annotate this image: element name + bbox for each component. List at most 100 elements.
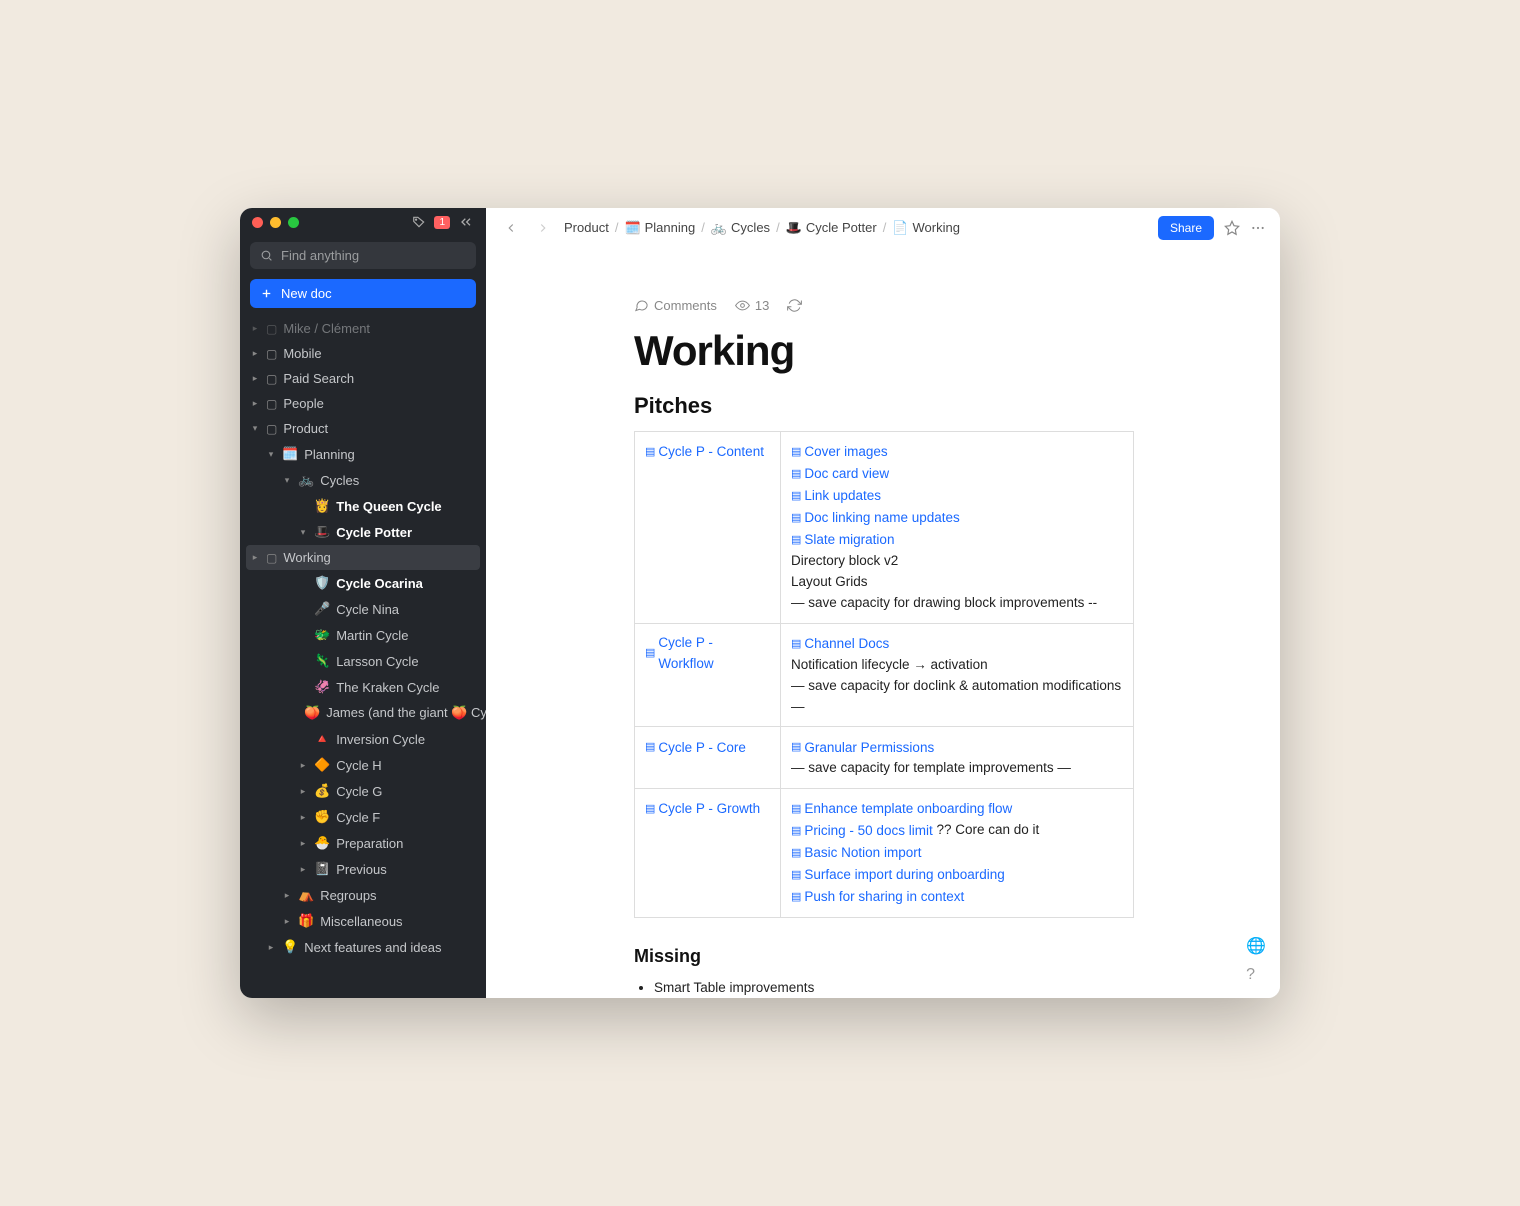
sidebar-item-16[interactable]: 🔺Inversion Cycle [240,726,486,752]
breadcrumb-item[interactable]: 🗓️Planning [624,220,695,236]
collapse-sidebar-icon[interactable] [458,214,474,230]
minimize-window-button[interactable] [270,217,281,228]
breadcrumb-item[interactable]: Product [564,220,609,235]
doc-icon: ▤ [791,889,801,906]
sidebar-item-label: Martin Cycle [336,628,408,643]
doc-link[interactable]: ▤Pricing - 50 docs limit [791,821,933,842]
doc-icon: ▤ [791,532,801,549]
views-indicator[interactable]: 13 [735,298,769,313]
doc-icon: ▤ [791,823,801,840]
breadcrumb-item[interactable]: 🚲Cycles [711,220,770,236]
sidebar: 1 Find anything New doc ▸▢Mike / Clément… [240,208,486,998]
list-item: Smart Table improvements [654,977,1134,998]
share-button[interactable]: Share [1158,216,1214,240]
pitch-name-link[interactable]: ▤Cycle P - Content [645,442,764,463]
chevron-icon: ▾ [282,475,292,486]
sidebar-item-9[interactable]: ▸▢Working [246,545,480,570]
item-emoji: 🦎 [314,653,330,669]
more-icon[interactable] [1250,220,1266,236]
chevron-icon: ▸ [298,786,308,797]
notification-badge[interactable]: 1 [434,216,450,229]
crumb-sep: / [615,220,619,235]
doc-icon: ▤ [645,801,655,818]
sidebar-item-13[interactable]: 🦎Larsson Cycle [240,648,486,674]
sidebar-item-label: People [283,396,323,411]
pitch-name-link[interactable]: ▤Cycle P - Workflow [645,633,770,675]
item-emoji: 🎩 [314,524,330,540]
chevron-icon: ▾ [250,423,260,434]
doc-icon: ▤ [645,645,655,662]
doc-link[interactable]: ▤Granular Permissions [791,738,934,759]
nav-back-button[interactable] [500,217,522,239]
sidebar-item-21[interactable]: ▸📓Previous [240,856,486,882]
item-emoji: 🎁 [298,913,314,929]
search-input[interactable]: Find anything [250,242,476,269]
close-window-button[interactable] [252,217,263,228]
search-placeholder: Find anything [281,248,359,263]
sidebar-item-label: Cycle Nina [336,602,399,617]
doc-icon: ▤ [791,636,801,653]
sidebar-item-23[interactable]: ▸🎁Miscellaneous [240,908,486,934]
nav-forward-button[interactable] [532,217,554,239]
item-emoji: 🛡️ [314,575,330,591]
refresh-button[interactable] [787,298,802,313]
sidebar-item-2[interactable]: ▸▢Paid Search [240,366,486,391]
chevron-icon: ▸ [250,552,260,563]
doc-icon: ▢ [266,322,277,336]
pitch-name-link[interactable]: ▤Cycle P - Core [645,738,746,759]
chevron-icon: ▾ [266,449,276,460]
doc-link[interactable]: ▤Enhance template onboarding flow [791,799,1012,820]
sidebar-item-24[interactable]: ▸💡Next features and ideas [240,934,486,960]
doc-link[interactable]: ▤Surface import during onboarding [791,865,1005,886]
sidebar-item-22[interactable]: ▸⛺Regroups [240,882,486,908]
doc-link[interactable]: ▤Slate migration [791,530,894,551]
sidebar-item-10[interactable]: 🛡️Cycle Ocarina [240,570,486,596]
sidebar-item-3[interactable]: ▸▢People [240,391,486,416]
doc-link[interactable]: ▤Doc linking name updates [791,508,960,529]
sidebar-item-15[interactable]: 🍑James (and the giant 🍑 Cy… [240,700,486,726]
doc-link[interactable]: ▤Channel Docs [791,634,889,655]
breadcrumb-item[interactable]: 🎩Cycle Potter [786,220,877,236]
sidebar-item-20[interactable]: ▸🐣Preparation [240,830,486,856]
sidebar-item-0[interactable]: ▸▢Mike / Clément [240,316,486,341]
doc-icon: ▤ [791,488,801,505]
table-text: Directory block v2 [791,551,1123,572]
sidebar-item-7[interactable]: 👸The Queen Cycle [240,493,486,519]
sidebar-item-4[interactable]: ▾▢Product [240,416,486,441]
sidebar-item-8[interactable]: ▾🎩Cycle Potter [240,519,486,545]
breadcrumb-item[interactable]: 📄Working [892,220,960,236]
help-icon[interactable]: ? [1246,966,1266,984]
sidebar-item-label: Miscellaneous [320,914,402,929]
new-doc-button[interactable]: New doc [250,279,476,308]
sidebar-item-11[interactable]: 🎤Cycle Nina [240,596,486,622]
doc-icon: ▤ [791,801,801,818]
sidebar-item-label: Inversion Cycle [336,732,425,747]
comments-button[interactable]: Comments [634,298,717,313]
doc-link[interactable]: ▤Push for sharing in context [791,887,964,908]
chevron-icon: ▾ [298,527,308,538]
sidebar-item-label: The Queen Cycle [336,499,441,514]
doc-icon: ▢ [266,422,277,436]
doc-icon: ▢ [266,551,277,565]
table-row: ▤Cycle P - Core▤Granular Permissions— sa… [635,727,1134,789]
doc-icon: ▤ [791,444,801,461]
maximize-window-button[interactable] [288,217,299,228]
tag-icon[interactable] [412,215,426,229]
sidebar-item-label: Cycle F [336,810,380,825]
sidebar-item-6[interactable]: ▾🚲Cycles [240,467,486,493]
sidebar-item-5[interactable]: ▾🗓️Planning [240,441,486,467]
pitch-name-link[interactable]: ▤Cycle P - Growth [645,799,760,820]
doc-link[interactable]: ▤Basic Notion import [791,843,921,864]
floating-buttons: 🌐 ? [1246,936,1266,984]
doc-link[interactable]: ▤Link updates [791,486,881,507]
sidebar-item-14[interactable]: 🦑The Kraken Cycle [240,674,486,700]
doc-link[interactable]: ▤Cover images [791,442,888,463]
sidebar-item-1[interactable]: ▸▢Mobile [240,341,486,366]
sidebar-item-19[interactable]: ▸✊Cycle F [240,804,486,830]
doc-link[interactable]: ▤Doc card view [791,464,889,485]
sidebar-item-12[interactable]: 🐲Martin Cycle [240,622,486,648]
sidebar-item-18[interactable]: ▸💰Cycle G [240,778,486,804]
star-icon[interactable] [1224,220,1240,236]
globe-icon[interactable]: 🌐 [1246,936,1266,956]
sidebar-item-17[interactable]: ▸🔶Cycle H [240,752,486,778]
